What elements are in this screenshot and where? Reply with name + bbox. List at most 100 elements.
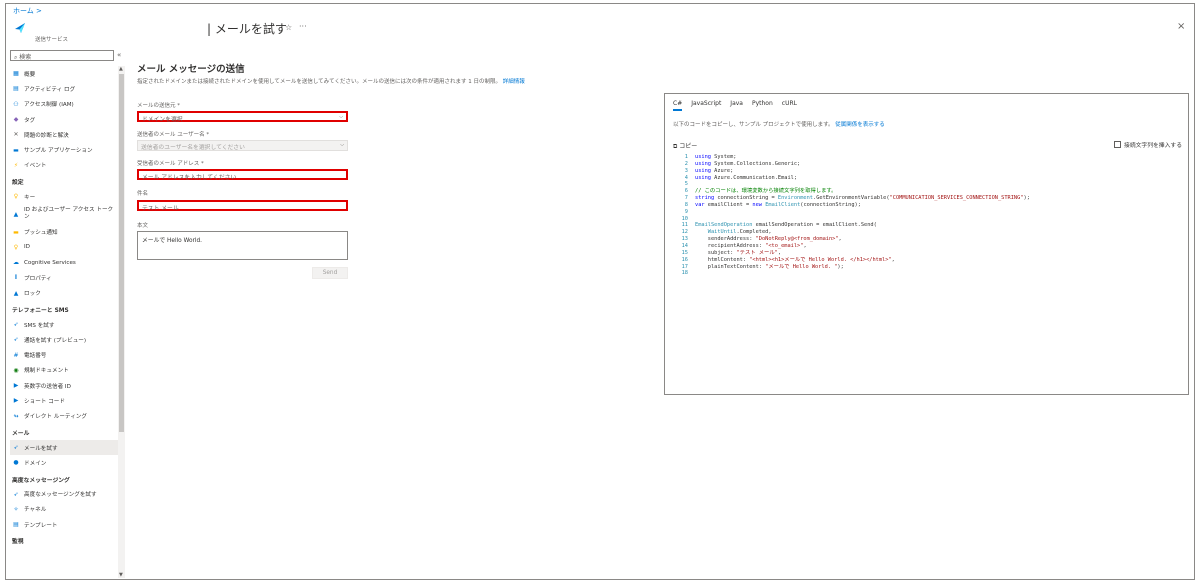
sidebar-item[interactable]: ▶ ショート コード <box>10 393 118 408</box>
code-line: 1 using System; <box>677 154 1177 161</box>
learn-more-link[interactable]: 詳細情報 <box>503 79 525 85</box>
line-number: 16 <box>681 256 688 263</box>
body-textarea[interactable]: メールで Hello World. <box>137 231 348 260</box>
sidebar-item[interactable]: ♀ キー <box>10 189 118 204</box>
sidebar-item[interactable]: ⚇ アクセス制御 (IAM) <box>10 97 118 112</box>
sender-domain-select[interactable]: ドメインを選択 ⌵ <box>137 111 348 123</box>
code-line: 18 <box>677 270 1177 277</box>
code-line: 11 EmailSendOperation emailSendOperation … <box>677 222 1177 229</box>
code-panel: C# JavaScript Java Python cURL 以下のコードをコピーし、サ… <box>664 93 1189 395</box>
favorite-star-icon[interactable]: ☆ <box>285 23 292 32</box>
sidebar-item[interactable]: # 電話番号 <box>10 347 118 362</box>
sidebar-item[interactable]: ⚡ イベント <box>10 158 118 173</box>
collapse-sidebar-icon[interactable]: « <box>117 51 121 59</box>
sidebar-item[interactable]: ➶ SMS を試す <box>10 317 118 332</box>
sidebar-scrollbar[interactable]: ▲ ▼ <box>118 66 125 578</box>
tab-curl[interactable]: cURL <box>782 100 797 111</box>
scroll-thumb[interactable] <box>119 74 124 432</box>
sidebar-item-label: 英数字の送信者 ID <box>24 383 71 390</box>
sidebar-item[interactable]: ● ドメイン <box>10 455 118 470</box>
sidebar-item[interactable]: ➶ 高度なメッセージングを試す <box>10 487 118 502</box>
subject-value: テスト メール <box>142 206 179 212</box>
copy-label: コピー <box>679 143 698 150</box>
line-number: 11 <box>681 222 688 229</box>
sidebar-search-input[interactable]: ⌕ 検索 <box>10 50 114 61</box>
line-number: 3 <box>684 167 688 174</box>
sidebar-item[interactable]: ↬ ダイレクト ルーティング <box>10 409 118 424</box>
sidebar-item[interactable]: ☁ Cognitive Services <box>10 255 118 270</box>
code-line: 9 <box>677 209 1177 216</box>
code-block[interactable]: 1 using System; 2 using System.Collections.… <box>677 154 1177 277</box>
main-description: 指定されたドメインまたは接続されたドメインを使用してメールを送信してみてください… <box>137 77 525 85</box>
sidebar-item[interactable]: ⦀ プロパティ <box>10 270 118 285</box>
tab-c[interactable]: C# <box>673 100 683 111</box>
line-number: 5 <box>684 181 688 188</box>
sidebar-section-header: 高度なメッセージング <box>12 477 70 484</box>
sidebar-item[interactable]: ▦ 概要 <box>10 66 118 81</box>
sms-icon: ➶ <box>13 321 19 328</box>
subject-label: 件名 <box>137 191 149 197</box>
sidebar-section-header: メール <box>12 430 30 437</box>
sidebar-item[interactable]: ♀ ID <box>10 240 118 255</box>
sidebar-item[interactable]: ▤ アクティビティ ログ <box>10 81 118 96</box>
sidebar-item[interactable]: ➶ 通話を試す (プレビュー) <box>10 332 118 347</box>
sidebar-item[interactable]: ▲ ID およびユーザー アクセス トークン <box>10 204 118 224</box>
close-icon[interactable]: × <box>1177 21 1185 32</box>
chevron-down-icon: ⌵ <box>339 114 343 120</box>
language-tabs: C# JavaScript Java Python cURL <box>673 100 797 111</box>
advanced-msg-icon: ➶ <box>13 490 19 498</box>
sidebar-item[interactable]: ➶ メールを試す <box>10 439 118 456</box>
scroll-up-icon[interactable]: ▲ <box>119 66 123 72</box>
tab-javascript[interactable]: JavaScript <box>691 100 721 111</box>
code-line: 6// このコードは、環境変数から接続文字列を取得します。 <box>677 188 1177 195</box>
main-description-text: 指定されたドメインまたは接続されたドメインを使用してメールを送信してみてください… <box>137 79 502 85</box>
sidebar-item[interactable]: ▤ テンプレート <box>10 517 118 532</box>
sidebar-item[interactable]: ▬ サンプル アプリケーション <box>10 142 118 157</box>
line-number: 12 <box>681 229 688 236</box>
insert-connection-string-checkbox[interactable]: 接続文字列を挿入する <box>1114 140 1182 149</box>
code-line: 16 htmlContent: "<html><h1>メールで Hello Wo… <box>677 257 1177 264</box>
sidebar-item[interactable]: ✕ 問題の診断と解決 <box>10 127 118 142</box>
sidebar-item-label: キー <box>24 194 36 201</box>
line-number: 15 <box>681 249 688 256</box>
code-description-text: 以下のコードをコピーし、サンプル プロジェクトで使用します。 <box>673 122 834 128</box>
line-number: 10 <box>681 215 688 222</box>
sidebar-item-label: テンプレート <box>24 522 58 529</box>
sidebar-item[interactable]: ✧ チャネル <box>10 502 118 517</box>
sidebar-item[interactable]: ◉ 規制ドキュメント <box>10 363 118 378</box>
sidebar-item-label: ID <box>24 244 30 251</box>
subject-field[interactable]: テスト メール <box>137 200 348 212</box>
iam-icon: ⚇ <box>13 100 19 108</box>
dependencies-link[interactable]: 従属関係を表示する <box>835 122 885 128</box>
sidebar-item-label: メールを試す <box>24 445 58 452</box>
lock-icon: ▲ <box>13 289 19 297</box>
tab-python[interactable]: Python <box>752 100 773 111</box>
sidebar-item-label: 通話を試す (プレビュー) <box>24 337 87 344</box>
copy-button[interactable]: ⧉ コピー <box>673 141 697 151</box>
sidebar-item-label: タグ <box>24 117 36 124</box>
line-number: 1 <box>684 154 688 160</box>
sample-app-icon: ▬ <box>13 146 19 154</box>
sidebar-item[interactable]: ◆ タグ <box>10 112 118 127</box>
code-line: 17 plainTextContent: "メールで Hello World. … <box>677 264 1177 271</box>
breadcrumb[interactable]: ホーム > <box>13 6 42 16</box>
tab-java[interactable]: Java <box>730 100 743 111</box>
line-number: 2 <box>684 160 688 167</box>
sidebar-item[interactable]: ▲ ロック <box>10 286 118 301</box>
sidebar-item-label: ID およびユーザー アクセス トークン <box>23 207 114 221</box>
overview-icon: ▦ <box>13 70 19 78</box>
send-button[interactable]: Send <box>312 267 348 279</box>
line-number: 13 <box>681 236 688 243</box>
code-line: 8 var emailClient = new EmailClient(conne… <box>677 202 1177 209</box>
recipient-email-field[interactable]: メール アドレスを入力してください <box>137 169 348 181</box>
service-name: 送信サービス <box>35 37 69 43</box>
checkbox-icon[interactable] <box>1114 141 1122 148</box>
sidebar-item[interactable]: ▶ 英数字の送信者 ID <box>10 378 118 393</box>
sidebar-item-label: チャネル <box>24 507 47 514</box>
recipient-label: 受信者のメール アドレス * <box>137 161 204 167</box>
more-options-icon[interactable]: ··· <box>299 22 307 31</box>
scroll-down-icon[interactable]: ▼ <box>119 572 123 578</box>
sidebar-item-label: アクセス制御 (IAM) <box>24 102 74 109</box>
sidebar-section-header: テレフォニーと SMS <box>12 307 69 314</box>
sidebar-item[interactable]: ▬ プッシュ通知 <box>10 224 118 239</box>
